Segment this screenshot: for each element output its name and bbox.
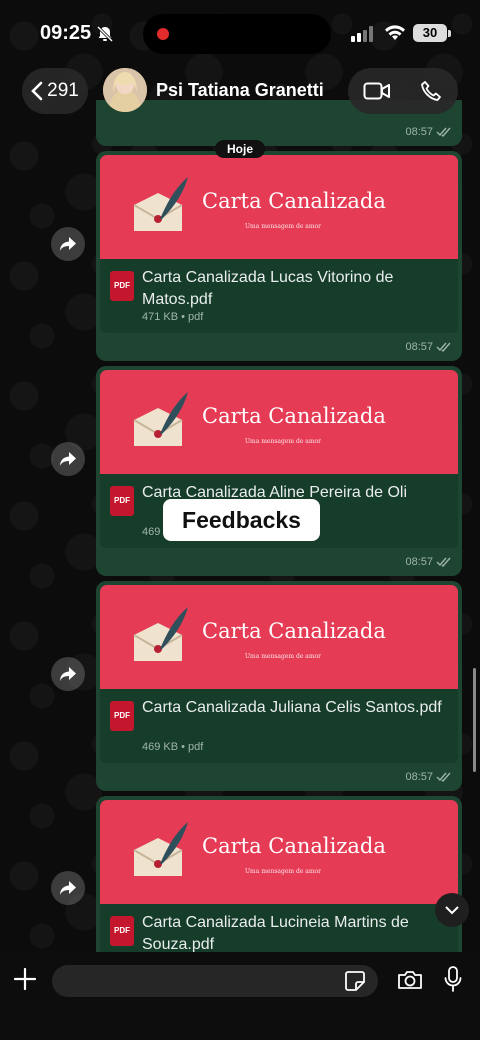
- bell-slash-icon: [96, 25, 114, 43]
- pdf-preview-banner[interactable]: Carta Canalizada Uma mensagem de amor: [100, 370, 458, 474]
- microphone-icon[interactable]: [444, 966, 462, 992]
- date-separator: Hoje: [215, 140, 265, 158]
- chevron-left-icon: [31, 81, 43, 101]
- double-check-icon: [436, 342, 451, 352]
- double-check-icon: [436, 127, 451, 137]
- pdf-file-icon: PDF: [110, 701, 134, 731]
- pdf-message[interactable]: Carta Canalizada Uma mensagem de amor PD…: [96, 581, 462, 791]
- message-time: 08:57: [405, 341, 452, 353]
- chat-header: 291 Psi Tatiana Granetti: [0, 62, 480, 122]
- phone-icon[interactable]: [420, 80, 442, 102]
- pdf-preview-subtitle: Uma mensagem de amor: [245, 653, 322, 660]
- message-input[interactable]: [52, 965, 378, 997]
- forward-icon: [60, 237, 76, 251]
- file-name: Carta Canalizada Lucineia Martins de Sou…: [142, 914, 409, 953]
- avatar-image: [103, 68, 147, 112]
- message-time: 08:57: [405, 126, 452, 138]
- forward-button[interactable]: [51, 871, 85, 905]
- forward-button[interactable]: [51, 657, 85, 691]
- pdf-preview-subtitle: Uma mensagem de amor: [245, 223, 322, 230]
- envelope-quill-icon: [133, 177, 188, 231]
- pdf-file-icon: PDF: [110, 916, 134, 946]
- pdf-preview-title: Carta Canalizada: [202, 834, 386, 858]
- pdf-preview-title: Carta Canalizada: [202, 404, 386, 428]
- double-check-icon: [436, 557, 451, 567]
- file-card[interactable]: PDF Carta Canalizada Lucas Vitorino de M…: [100, 259, 458, 333]
- status-time: 09:25: [40, 22, 92, 44]
- call-actions: [348, 68, 458, 114]
- video-call-icon[interactable]: [363, 81, 391, 101]
- scrollbar-thumb[interactable]: [473, 668, 476, 772]
- message-time-text: 08:57: [405, 771, 433, 783]
- chat-area[interactable]: 08:57 Hoje Carta Canalizada Uma mensagem…: [0, 0, 480, 1040]
- camera-icon[interactable]: [397, 969, 423, 991]
- pdf-preview-banner[interactable]: Carta Canalizada Uma mensagem de amor: [100, 800, 458, 904]
- message-time-text: 08:57: [405, 126, 433, 138]
- file-meta: 469: [142, 526, 161, 538]
- envelope-quill-icon: [133, 822, 188, 876]
- wifi-icon: [385, 25, 405, 40]
- file-card[interactable]: PDF Carta Canalizada Juliana Celis Santo…: [100, 689, 458, 763]
- message-time-text: 08:57: [405, 556, 433, 568]
- forward-icon: [60, 667, 76, 681]
- double-check-icon: [436, 772, 451, 782]
- forward-icon: [60, 881, 76, 895]
- pdf-preview-title: Carta Canalizada: [202, 189, 386, 213]
- feedbacks-overlay-label: Feedbacks: [163, 499, 320, 541]
- battery-tip: [448, 30, 451, 37]
- message-time-text: 08:57: [405, 341, 433, 353]
- envelope-quill-icon: [133, 607, 188, 661]
- contact-name[interactable]: Psi Tatiana Granetti: [156, 80, 324, 101]
- pdf-message[interactable]: Carta Canalizada Uma mensagem de amor PD…: [96, 366, 462, 576]
- status-bar: 09:25 30: [0, 0, 480, 62]
- message-composer: [0, 952, 480, 1040]
- scroll-to-bottom-button[interactable]: [435, 893, 469, 927]
- sticker-icon[interactable]: [344, 970, 366, 992]
- cellular-signal-icon: [351, 26, 373, 42]
- pdf-preview-banner[interactable]: Carta Canalizada Uma mensagem de amor: [100, 585, 458, 689]
- forward-button[interactable]: [51, 227, 85, 261]
- chevron-down-icon: [445, 905, 459, 914]
- pdf-file-icon: PDF: [110, 486, 134, 516]
- pdf-preview-title: Carta Canalizada: [202, 619, 386, 643]
- plus-icon[interactable]: [13, 967, 37, 991]
- file-meta: 471 KB • pdf: [142, 311, 204, 323]
- message-time: 08:57: [405, 556, 452, 568]
- pdf-file-icon: PDF: [110, 271, 134, 301]
- forward-button[interactable]: [51, 442, 85, 476]
- dynamic-island: [143, 14, 331, 54]
- avatar[interactable]: [103, 68, 147, 112]
- file-name: Carta Canalizada Juliana Celis Santos.pd…: [142, 699, 442, 716]
- pdf-preview-subtitle: Uma mensagem de amor: [245, 868, 322, 875]
- envelope-quill-icon: [133, 392, 188, 446]
- recording-indicator: [157, 28, 169, 40]
- message-time: 08:57: [405, 771, 452, 783]
- pdf-preview-subtitle: Uma mensagem de amor: [245, 438, 322, 445]
- battery-indicator: 30: [413, 24, 447, 42]
- unread-count: 291: [47, 80, 79, 101]
- forward-icon: [60, 452, 76, 466]
- file-meta: 469 KB • pdf: [142, 741, 204, 753]
- pdf-message[interactable]: Carta Canalizada Uma mensagem de amor PD…: [96, 151, 462, 361]
- file-name: Carta Canalizada Lucas Vitorino de Matos…: [142, 269, 394, 308]
- pdf-preview-banner[interactable]: Carta Canalizada Uma mensagem de amor: [100, 155, 458, 259]
- back-button[interactable]: 291: [22, 68, 88, 114]
